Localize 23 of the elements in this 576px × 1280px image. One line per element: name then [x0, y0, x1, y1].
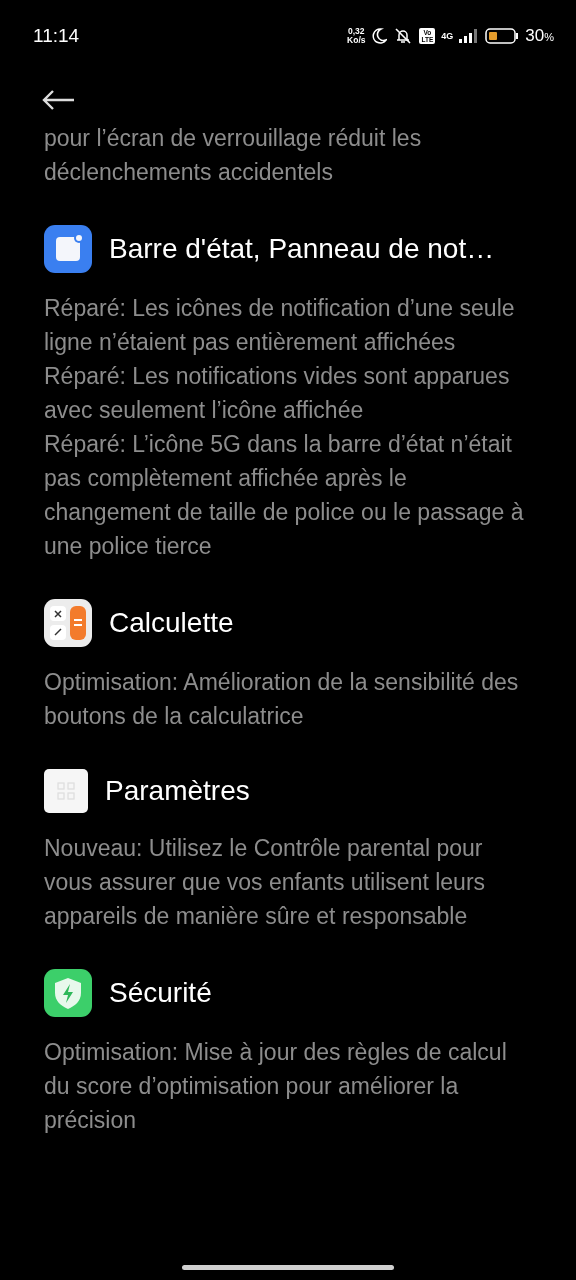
signal-icon: [459, 29, 480, 43]
section-title: Barre d'état, Panneau de not…: [109, 233, 495, 265]
security-shield-icon: [44, 969, 92, 1017]
back-arrow-icon[interactable]: [40, 88, 76, 112]
battery-icon: [485, 28, 520, 44]
intro-text: pour l’écran de verrouillage réduit les déclenchements accidentels: [44, 124, 423, 187]
settings-app-icon: [44, 769, 88, 813]
network-type: 4G: [441, 31, 454, 41]
release-note: Nouveau: Utilisez le Contrôle parental pour vous assurer que vos enfants utilisent leurs appareils de manière sûre et responsable: [44, 834, 487, 931]
release-note: Optimisation: Mise à jour des règles de calcul du score d’optimisation pour améliorer la précision: [44, 1038, 508, 1135]
release-note: Optimisation: Amélioration de la sensibilité des boutons de la calculatrice: [44, 668, 520, 731]
notification-app-icon: [44, 225, 92, 273]
moon-icon: [371, 28, 388, 44]
section-title: Calculette: [109, 607, 234, 639]
calculator-app-icon: [44, 599, 92, 647]
release-note: Réparé: Les icônes de notification d’une seule ligne n’étaient pas entièrement affichées: [44, 294, 516, 357]
release-note: Réparé: L’icône 5G dans la barre d’état n’était pas complètement affichée après le changement de taille de police ou le passage à une police tierce: [44, 430, 525, 561]
clock-time: 11:14: [33, 25, 80, 47]
section-title: Sécurité: [109, 977, 212, 1009]
network-speed: 0,32 Ko/s: [347, 27, 366, 45]
release-note: Réparé: Les notifications vides sont apparues avec seulement l’icône affichée: [44, 362, 511, 425]
battery-percent: 30%: [525, 26, 554, 46]
section-title: Paramètres: [105, 775, 250, 807]
